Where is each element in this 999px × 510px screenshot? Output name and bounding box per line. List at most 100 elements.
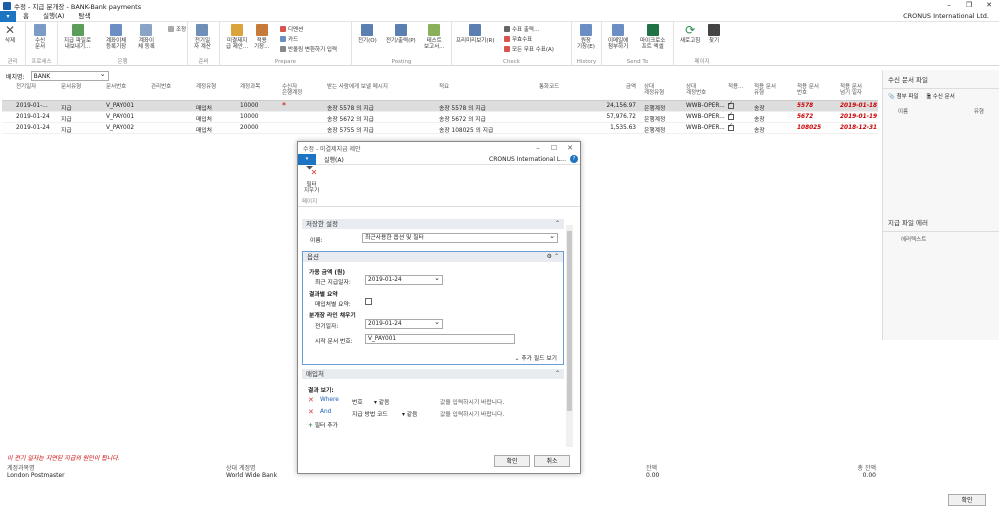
applied-checkbox[interactable] — [728, 125, 734, 131]
table-cell[interactable]: 송장 5672 의 지급 — [327, 114, 374, 123]
col-header[interactable]: 문서번호 — [106, 84, 126, 90]
table-cell[interactable]: V_PAY001 — [106, 103, 134, 109]
saved-name-select[interactable]: 최근사용한 옵션 및 필터 — [362, 232, 558, 243]
batch-select[interactable]: BANK — [30, 70, 109, 81]
options-settings-icon[interactable]: ⚙ ⌃ — [547, 252, 559, 262]
filter-op-2[interactable]: ▾ 같음 — [402, 409, 417, 418]
bank-register-button[interactable]: 계좌이 체 등록 — [138, 24, 155, 50]
col-header[interactable]: 적용 문서 넘기 일자 — [840, 84, 862, 96]
remove-filter-icon[interactable]: ✕ — [308, 396, 314, 404]
vendor-collapse-icon[interactable]: ⌃ — [555, 369, 560, 379]
menu-actions[interactable]: 실행(A) — [36, 11, 71, 22]
export-payments-button[interactable]: 지급 파일로 내보내기... — [64, 24, 91, 50]
filter-value-1[interactable]: 값을 입력하시기 바랍니다. — [440, 397, 504, 406]
table-cell[interactable]: 2018-12-31 — [840, 125, 877, 131]
saved-settings-tab[interactable]: 저장한 설정 ⌃ — [302, 219, 564, 229]
table-cell[interactable]: 은행계정 — [644, 125, 665, 134]
apply-entries-button[interactable]: 적용 기장... — [254, 24, 269, 50]
col-header[interactable]: 계정과목 — [240, 84, 260, 90]
excel-button[interactable]: 마이크로소 프트 엑셀 — [640, 24, 665, 50]
table-cell[interactable]: 2019-01-24 — [16, 125, 50, 131]
table-cell[interactable]: 2019-01-... — [16, 103, 48, 109]
start-doc-input[interactable]: V_PAY001 — [365, 334, 515, 344]
col-header[interactable]: 상대 계정유형 — [644, 84, 664, 96]
dialog-scrollbar[interactable] — [566, 225, 573, 447]
post-print-button[interactable]: 전기/출력(P) — [386, 24, 416, 44]
table-cell[interactable]: V_PAY001 — [106, 114, 134, 120]
table-cell[interactable]: WWB-OPER... — [686, 103, 725, 109]
add-filter-link[interactable]: + 필터 추가 — [308, 420, 338, 429]
col-header[interactable]: 전기일자 — [16, 84, 36, 90]
suggest-payments-button[interactable]: 미결제지 급 제안... — [226, 24, 248, 50]
table-cell[interactable]: 송장 5578 의 지급 — [439, 103, 486, 112]
table-cell[interactable]: 5672 — [797, 114, 813, 120]
col-header[interactable]: 문서유형 — [61, 84, 81, 90]
table-cell[interactable]: 송장 5578 의 지급 — [327, 103, 374, 112]
table-cell[interactable]: 5578 — [797, 103, 813, 109]
table-cell[interactable]: 2019-01-18 — [840, 103, 877, 109]
find-button[interactable]: 찾기 — [708, 24, 720, 44]
table-cell[interactable]: 송장 108025 의 지급 — [439, 125, 493, 134]
ledger-entries-button[interactable]: 원장 기장(E) — [577, 24, 595, 50]
table-cell[interactable]: 지급 — [61, 114, 72, 123]
posting-date-input[interactable]: 2019-01-24 — [365, 318, 443, 329]
last-pay-date-input[interactable]: 2019-01-24 — [365, 274, 443, 285]
vendor-tab[interactable]: 매입처 ⌃ — [302, 369, 564, 379]
filter-value-2[interactable]: 값을 입력하시기 바랍니다. — [440, 409, 504, 418]
table-cell[interactable]: 송장 — [754, 103, 765, 112]
void-check-button[interactable]: 무효수표 — [504, 35, 532, 43]
remove-filter-icon[interactable]: ✕ — [308, 408, 314, 416]
adjust-button[interactable]: 조정 — [168, 25, 186, 33]
table-cell[interactable]: 24,156.97 — [606, 103, 636, 109]
post-button[interactable]: 전기(O) — [358, 24, 377, 44]
table-cell[interactable]: 송장 5672 의 지급 — [439, 114, 486, 123]
void-all-checks-button[interactable]: 모든 무표 수표(A) — [504, 45, 554, 53]
table-cell[interactable]: 지급 — [61, 125, 72, 134]
menu-home[interactable]: 홈 — [16, 11, 36, 22]
card-button[interactable]: 카드 — [280, 35, 298, 43]
applied-checkbox[interactable] — [728, 103, 734, 109]
filter-field-1[interactable]: 번호 — [352, 397, 363, 406]
col-header[interactable]: 적용 문서 번호 — [797, 84, 819, 96]
test-report-button[interactable]: 테스트 보고서... — [424, 24, 444, 50]
col-header[interactable]: 금액 — [626, 84, 636, 90]
table-cell[interactable]: 은행계정 — [644, 103, 665, 112]
col-header[interactable]: 적요 — [439, 84, 449, 90]
table-row[interactable]: 2019-01-24 지급 V_PAY002 매입처 20000 송장 5755 의 지급… — [2, 123, 878, 134]
dialog-minimize-icon[interactable]: – — [530, 142, 546, 154]
calc-posting-date-button[interactable]: 전기일 자 계산 — [194, 24, 211, 50]
refresh-button[interactable]: ⟳ 새로고침 — [680, 24, 700, 44]
table-cell[interactable]: WWB-OPER... — [686, 114, 725, 120]
incoming-doc-link[interactable]: 🗎 수신 문서 — [927, 92, 955, 102]
dialog-maximize-icon[interactable]: ☐ — [546, 142, 562, 154]
table-cell[interactable]: 1,535.63 — [610, 125, 636, 131]
dialog-close-icon[interactable]: ✕ — [562, 142, 578, 154]
table-cell[interactable]: 송장 — [754, 114, 765, 123]
clear-filter-button[interactable]: ⏷ ✕ 필터 지우기 — [304, 164, 319, 195]
dialog-cancel-button[interactable]: 취소 — [534, 455, 570, 467]
table-cell[interactable]: 은행계정 — [644, 114, 665, 123]
attach-file-button[interactable]: 📎 첨부 파일 — [888, 92, 919, 102]
table-cell[interactable]: V_PAY002 — [106, 125, 134, 131]
print-check-button[interactable]: 수표 출력... — [504, 25, 539, 33]
help-icon[interactable]: ? — [570, 155, 578, 163]
col-header[interactable]: 수신자 은행계정 — [282, 84, 302, 96]
rounding-button[interactable]: 반올림 변환하기 입력 — [280, 45, 337, 53]
table-cell[interactable] — [728, 114, 734, 122]
table-cell[interactable]: 2019-01-24 — [16, 114, 50, 120]
dimension-button[interactable]: 디멘션 — [280, 25, 303, 33]
col-header[interactable]: 통화코드 — [539, 84, 559, 90]
scroll-thumb[interactable] — [567, 231, 572, 411]
table-cell[interactable]: 10000 — [240, 103, 258, 109]
col-header[interactable]: 계정유형 — [196, 84, 216, 90]
restore-icon[interactable]: ❐ — [959, 0, 979, 11]
table-cell[interactable]: 10000 — [240, 114, 258, 120]
table-row[interactable]: 2019-01-... 지급 V_PAY001 매입처 10000 * 송장 5578 의 … — [2, 101, 878, 112]
options-tab[interactable]: 옵션 ⚙ ⌃ — [303, 252, 563, 262]
table-cell[interactable]: 매입처 — [196, 125, 212, 134]
col-header[interactable]: 적용 문서 유형 — [754, 84, 776, 96]
table-cell[interactable] — [728, 125, 734, 133]
table-cell[interactable]: 송장 — [754, 125, 765, 134]
table-cell[interactable]: * — [282, 101, 286, 110]
col-header[interactable]: 받는 사람에게 보낼 메시지 — [327, 84, 388, 90]
